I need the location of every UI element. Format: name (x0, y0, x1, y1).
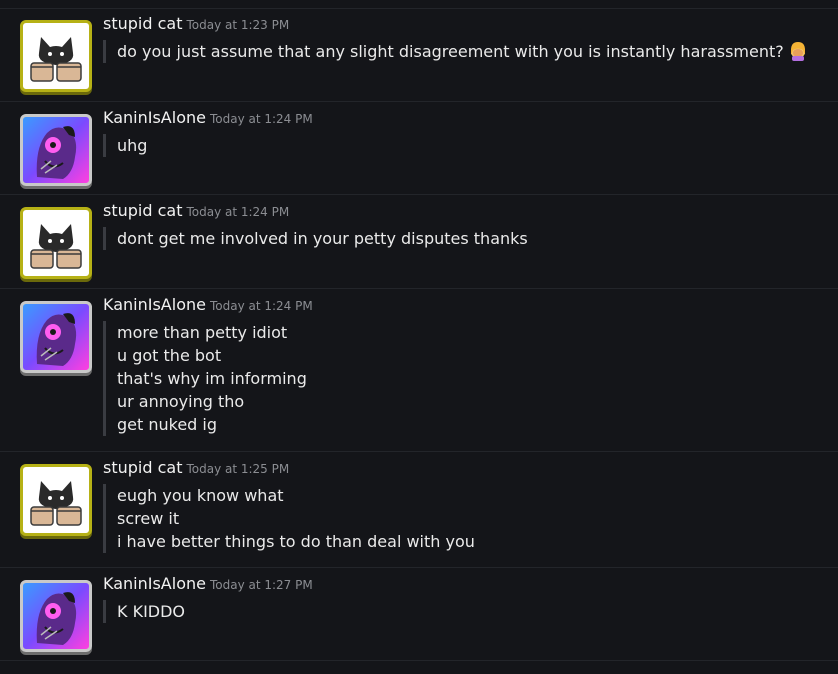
timestamp: Today at 1:24 PM (186, 205, 290, 219)
message-header: stupid cat Today at 1:24 PM (103, 201, 289, 220)
message-header: KaninIsAlone Today at 1:24 PM (103, 108, 313, 127)
message-text: u got the bot (117, 346, 222, 365)
message-body: K KIDDO (103, 600, 185, 623)
timestamp: Today at 1:24 PM (209, 112, 313, 126)
chat-log: stupid cat Today at 1:23 PM do you just a… (0, 0, 838, 674)
message-text: that's why im informing (117, 369, 307, 388)
message-body: uhg (103, 134, 147, 157)
username[interactable]: KaninIsAlone (103, 108, 206, 127)
message-header: KaninIsAlone Today at 1:27 PM (103, 574, 313, 593)
message: KaninIsAlone Today at 1:27 PM K KIDDO (0, 568, 838, 661)
cat-avatar[interactable] (20, 464, 92, 536)
facepalm-emoji-icon (788, 41, 808, 61)
purple-character-icon (36, 126, 77, 179)
message: stupid cat Today at 1:23 PM do you just a… (0, 8, 838, 102)
message-text: eugh you know what (117, 486, 284, 505)
message-text: screw it (117, 509, 180, 528)
message-body: more than petty idiot u got the bot that… (103, 321, 307, 436)
message-body: dont get me involved in your petty dispu… (103, 227, 528, 250)
timestamp: Today at 1:27 PM (209, 578, 313, 592)
message-header: KaninIsAlone Today at 1:24 PM (103, 295, 313, 314)
message-text: do you just assume that any slight disag… (117, 40, 808, 63)
message-header: stupid cat Today at 1:23 PM (103, 14, 289, 33)
username[interactable]: stupid cat (103, 458, 182, 477)
timestamp: Today at 1:23 PM (186, 18, 290, 32)
purple-character-icon (36, 592, 77, 645)
username[interactable]: stupid cat (103, 14, 182, 33)
cat-drum-icon (30, 224, 82, 269)
message-text: K KIDDO (117, 602, 186, 621)
message-header: stupid cat Today at 1:25 PM (103, 458, 289, 477)
username[interactable]: KaninIsAlone (103, 574, 206, 593)
cat-avatar[interactable] (20, 207, 92, 279)
message-text: get nuked ig (117, 415, 218, 434)
message-text: uhg (117, 136, 148, 155)
timestamp: Today at 1:24 PM (209, 299, 313, 313)
cat-drum-icon (30, 481, 82, 526)
message-text: i have better things to do than deal wit… (117, 532, 475, 551)
message-text: more than petty idiot (117, 323, 288, 342)
purple-character-icon (36, 313, 77, 366)
message: KaninIsAlone Today at 1:24 PM uhg (0, 102, 838, 195)
cat-drum-icon (30, 37, 82, 82)
message-text: dont get me involved in your petty dispu… (117, 229, 528, 248)
message: stupid cat Today at 1:25 PM eugh you know… (0, 452, 838, 568)
kanin-avatar[interactable] (20, 114, 92, 186)
message: KaninIsAlone Today at 1:24 PM more than p… (0, 289, 838, 452)
kanin-avatar[interactable] (20, 580, 92, 652)
message-body: do you just assume that any slight disag… (103, 40, 808, 63)
kanin-avatar[interactable] (20, 301, 92, 373)
message-text: ur annoying tho (117, 392, 245, 411)
message-body: eugh you know what screw it i have bette… (103, 484, 475, 553)
timestamp: Today at 1:25 PM (186, 462, 290, 476)
username[interactable]: KaninIsAlone (103, 295, 206, 314)
username[interactable]: stupid cat (103, 201, 182, 220)
message: stupid cat Today at 1:24 PM dont get me i… (0, 195, 838, 289)
cat-avatar[interactable] (20, 20, 92, 92)
